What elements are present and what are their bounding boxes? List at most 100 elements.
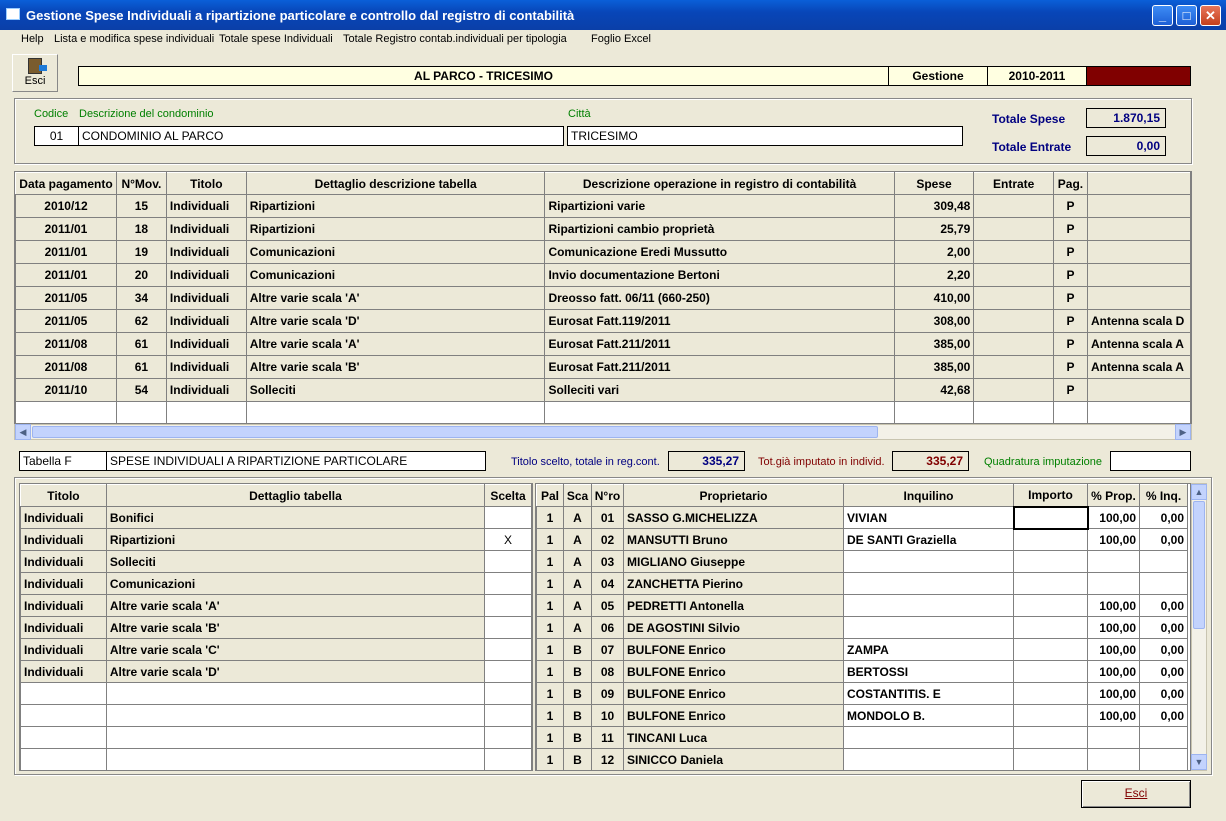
table-cell[interactable] [1013,594,1088,617]
table-cell[interactable]: Comunicazione Eredi Mussutto [544,240,895,264]
column-header[interactable]: Spese [893,172,975,195]
table-cell[interactable] [484,726,532,749]
table-cell[interactable]: Individuali [165,286,247,310]
close-button[interactable]: ✕ [1200,5,1221,26]
table-cell[interactable]: Individuali [20,594,107,617]
table-cell[interactable]: 1 [536,550,564,573]
table-cell[interactable] [1013,660,1088,683]
table-cell[interactable]: Ripartizioni [245,217,546,241]
column-header[interactable]: Dettaglio descrizione tabella [245,172,546,195]
table-cell[interactable] [1087,572,1140,595]
table-cell[interactable]: Individuali [20,616,107,639]
table-cell[interactable] [1086,263,1191,287]
table-cell[interactable]: 25,79 [893,217,975,241]
table-cell[interactable]: MONDOLO B. [843,704,1014,727]
toolbar-esci-button[interactable]: Esci [12,54,58,92]
table-row[interactable]: 1 B 08 BULFONE Enrico BERTOSSI 100,00 0,00 [536,660,1188,683]
table-cell[interactable]: Dreosso fatt. 06/11 (660-250) [544,286,895,310]
table-row[interactable]: 1 A 03 MIGLIANO Giuseppe [536,550,1188,573]
table-cell[interactable] [1013,550,1088,573]
column-header[interactable]: Pal [536,484,564,507]
table-cell[interactable]: Individuali [165,194,247,218]
registro-hscrollbar[interactable]: ◀ ▶ [14,424,1192,440]
table-cell[interactable] [20,748,107,770]
table-cell[interactable]: 1 [536,528,564,551]
table-cell[interactable] [1013,572,1088,595]
column-header[interactable]: Descrizione operazione in registro di co… [544,172,895,195]
table-cell[interactable] [843,594,1014,617]
column-header[interactable]: N°Mov. [115,172,167,195]
table-cell[interactable]: P [1053,286,1088,310]
table-cell[interactable]: Altre varie scala 'D' [105,660,486,683]
table-cell[interactable]: Individuali [165,263,247,287]
table-cell[interactable] [484,616,532,639]
table-row[interactable]: 2011/10 54 Individuali Solleciti Solleciti v… [15,378,1191,402]
table-cell[interactable]: 19 [115,240,167,264]
table-cell[interactable]: Invio documentazione Bertoni [544,263,895,287]
table-cell[interactable]: Individuali [20,660,107,683]
minimize-button[interactable]: _ [1152,5,1173,26]
column-header[interactable]: Dettaglio tabella [105,484,486,507]
table-cell[interactable] [843,572,1014,595]
table-cell[interactable]: Antenna scala D [1086,309,1191,333]
table-cell[interactable] [1139,572,1188,595]
column-header[interactable]: Titolo [20,484,107,507]
table-cell[interactable]: Individuali [20,638,107,661]
table-cell[interactable]: COSTANTITIS. E [843,682,1014,705]
table-cell[interactable]: 05 [591,594,624,617]
table-row[interactable]: Individuali Solleciti [20,550,532,573]
table-cell[interactable]: 100,00 [1087,506,1140,529]
table-cell[interactable] [544,401,895,423]
table-cell[interactable]: Individuali [165,332,247,356]
table-cell[interactable]: B [563,704,592,727]
table-cell[interactable]: 2011/10 [15,378,117,402]
table-cell[interactable]: 2011/01 [15,240,117,264]
table-cell[interactable]: 02 [591,528,624,551]
table-cell[interactable]: 0,00 [1139,616,1188,639]
codice-field[interactable]: 01 [34,126,79,146]
proprietari-vscrollbar[interactable]: ▲ ▼ [1191,483,1207,771]
table-cell[interactable] [20,726,107,749]
column-header[interactable]: Importo [1013,484,1088,507]
column-header[interactable]: % Inq. [1139,484,1188,507]
table-row[interactable]: 2011/08 61 Individuali Altre varie scala 'B… [15,355,1191,379]
table-cell[interactable] [1086,240,1191,264]
table-cell[interactable]: Ripartizioni [105,528,486,551]
table-row[interactable]: 2011/01 20 Individuali Comunicazioni Invio d… [15,263,1191,287]
table-cell[interactable]: A [563,550,592,573]
table-cell[interactable]: X [484,528,532,551]
column-header[interactable]: Proprietario [623,484,844,507]
table-cell[interactable] [1012,505,1089,530]
table-cell[interactable]: MIGLIANO Giuseppe [623,550,844,573]
table-cell[interactable]: 34 [115,286,167,310]
table-cell[interactable]: B [563,726,592,749]
table-cell[interactable]: 100,00 [1087,660,1140,683]
table-cell[interactable]: 2011/01 [15,217,117,241]
table-cell[interactable]: 61 [115,332,167,356]
menu-help[interactable]: Help [21,33,44,45]
table-cell[interactable]: 100,00 [1087,638,1140,661]
table-cell[interactable]: 54 [115,378,167,402]
table-cell[interactable]: 2011/08 [15,332,117,356]
descrizione-field[interactable]: CONDOMINIO AL PARCO [78,126,564,146]
table-cell[interactable]: ZAMPA [843,638,1014,661]
table-cell[interactable] [843,748,1014,770]
table-cell[interactable]: 0,00 [1139,528,1188,551]
table-cell[interactable] [1013,528,1088,551]
table-cell[interactable]: 0,00 [1139,660,1188,683]
table-cell[interactable] [1086,286,1191,310]
table-cell[interactable]: 20 [115,263,167,287]
table-cell[interactable]: 1 [536,682,564,705]
table-cell[interactable]: 0,00 [1139,682,1188,705]
table-cell[interactable]: Altre varie scala 'A' [245,286,546,310]
menu-totale-registro[interactable]: Totale Registro contab.individuali per t… [343,33,567,45]
table-cell[interactable]: 100,00 [1087,594,1140,617]
column-header[interactable]: Inquilino [843,484,1014,507]
column-header[interactable]: Pag. [1053,172,1088,195]
table-cell[interactable]: 03 [591,550,624,573]
table-cell[interactable]: 0,00 [1139,594,1188,617]
proprietari-grid[interactable]: Pal Sca N°ro Proprietario Inquilino Importo% … [535,483,1191,771]
table-cell[interactable]: SINICCO Daniela [623,748,844,770]
table-cell[interactable] [1086,378,1191,402]
table-cell[interactable]: SASSO G.MICHELIZZA [623,506,844,529]
